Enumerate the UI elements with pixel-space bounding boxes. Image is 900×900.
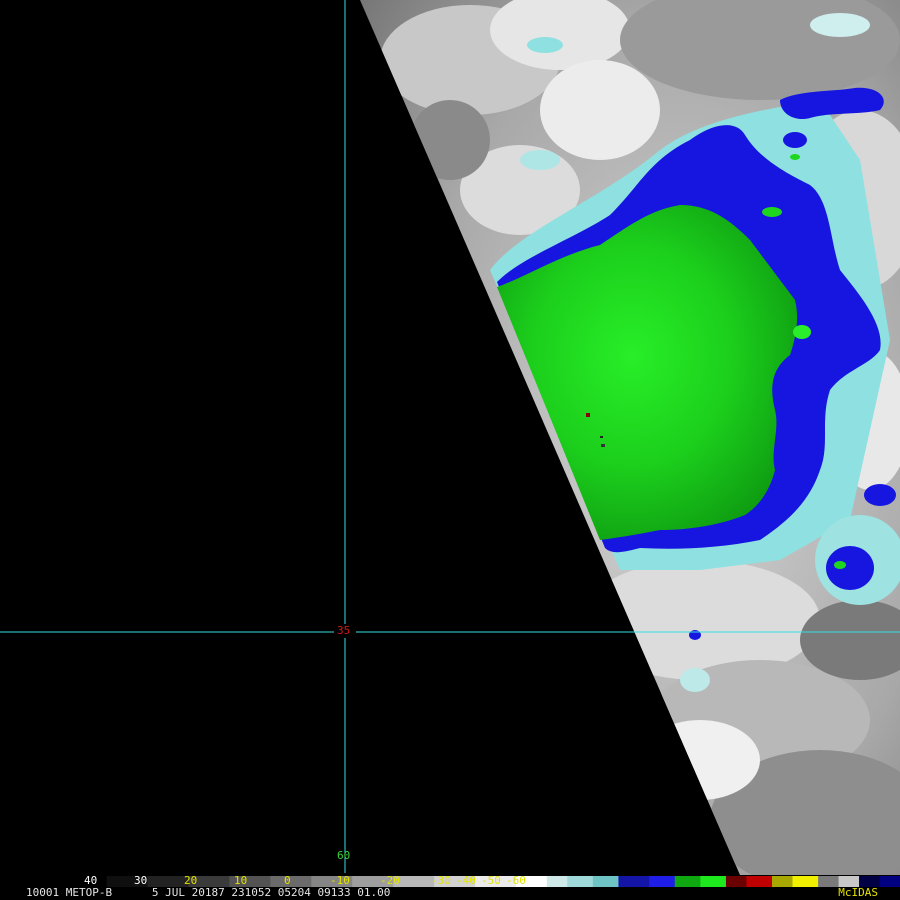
element-resolution: 09133 bbox=[317, 886, 351, 899]
satellite-image bbox=[0, 0, 900, 900]
frame-number: 1 bbox=[26, 886, 33, 899]
image-info-line: 10001 METOP-B 5 JUL 20187 231052 05204 0… bbox=[26, 887, 390, 899]
software-label: McIDAS bbox=[838, 886, 878, 899]
longitude-label: 60 bbox=[337, 849, 351, 862]
tick-label: -40 bbox=[456, 874, 476, 887]
tick-label: -30 bbox=[431, 874, 451, 887]
tick-label: -50 bbox=[481, 874, 501, 887]
band-number: 01.00 bbox=[357, 886, 391, 899]
satellite-name: METOP-B bbox=[65, 886, 113, 899]
latitude-label: 35 bbox=[337, 624, 351, 637]
line-resolution: 05204 bbox=[277, 886, 311, 899]
image-date: 5 JUL 20187 bbox=[151, 886, 225, 899]
area-number: 0001 bbox=[32, 886, 60, 899]
tick-label: -60 bbox=[506, 874, 526, 887]
image-time: 231052 bbox=[231, 886, 272, 899]
